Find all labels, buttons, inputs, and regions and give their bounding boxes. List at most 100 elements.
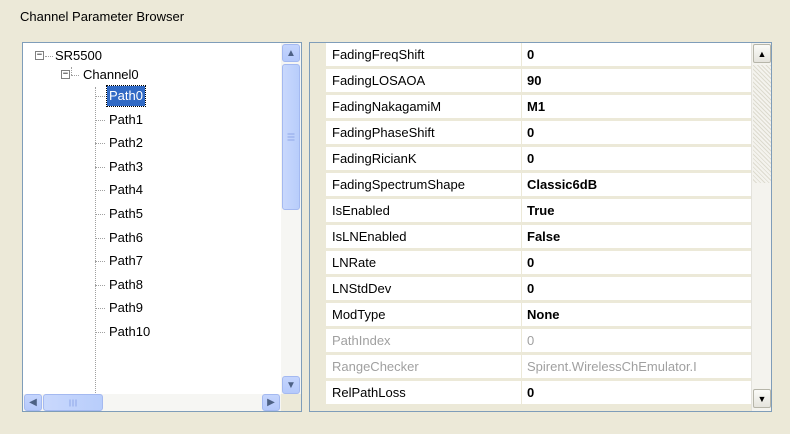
property-value[interactable]: Classic6dB	[522, 173, 752, 197]
property-name: FadingRicianK	[326, 147, 522, 171]
tree-node-path[interactable]: Path3	[23, 157, 263, 177]
tree-connector	[95, 214, 105, 215]
tree-connector	[71, 75, 79, 76]
property-name: FadingNakagamiM	[326, 95, 522, 119]
tree-vertical-scrollbar[interactable]: ▲ ▼	[281, 43, 301, 395]
property-name: LNRate	[326, 251, 522, 275]
property-row[interactable]: FadingLOSAOA 90	[326, 69, 752, 93]
property-row[interactable]: RelPathLoss 0	[326, 381, 752, 405]
property-value[interactable]: 0	[522, 251, 752, 275]
chevron-right-icon: ▶	[267, 397, 275, 408]
property-value: Spirent.WirelessChEmulator.I	[522, 355, 752, 379]
tree-node-label: Path2	[109, 135, 143, 151]
property-row[interactable]: FadingFreqShift 0	[326, 43, 752, 67]
tree-horizontal-scrollbar[interactable]: ◀ ▶	[23, 394, 282, 411]
tree-node-label: Path5	[109, 206, 143, 221]
property-row[interactable]: FadingRicianK 0	[326, 147, 752, 171]
property-value[interactable]: 0	[522, 121, 752, 145]
property-value[interactable]: 90	[522, 69, 752, 93]
collapse-icon[interactable]: −	[35, 51, 44, 60]
tree-content: − SR5500 − Channel0 Path0 Path1 Path2 Path3…	[23, 43, 282, 395]
grid-gutter	[310, 43, 326, 411]
property-row[interactable]: LNRate 0	[326, 251, 752, 275]
tree-connector	[95, 332, 105, 333]
tree-connector	[95, 308, 105, 310]
tree-node-label: Path4	[109, 182, 143, 198]
tree-node-path[interactable]: Path7	[23, 251, 263, 271]
property-name: FadingPhaseShift	[326, 121, 522, 145]
tree-node-path[interactable]: Path5	[23, 204, 263, 224]
tree-node-channel0[interactable]: − Channel0	[23, 65, 243, 85]
tree-node-path[interactable]: Path8	[23, 275, 263, 295]
tree-connector	[95, 190, 105, 192]
property-row[interactable]: ModType None	[326, 303, 752, 327]
tree-node-sr5500[interactable]: − SR5500	[23, 46, 223, 66]
property-value[interactable]: False	[522, 225, 752, 249]
scroll-thumb[interactable]	[282, 64, 300, 210]
window-title: Channel Parameter Browser	[20, 9, 185, 24]
chevron-left-icon: ◀	[29, 397, 37, 408]
property-value: 0	[522, 329, 752, 353]
tree-node-label: Path9	[109, 300, 143, 316]
collapse-icon[interactable]: −	[61, 70, 70, 79]
chevron-down-icon: ▼	[757, 393, 767, 404]
property-row[interactable]: FadingSpectrumShape Classic6dB	[326, 173, 752, 197]
tree-connector	[45, 56, 53, 57]
property-name: IsEnabled	[326, 199, 522, 223]
property-name: PathIndex	[326, 329, 522, 353]
property-value[interactable]: 0	[522, 277, 752, 301]
tree-connector	[95, 237, 105, 239]
chevron-up-icon: ▲	[286, 47, 296, 59]
tree-connector	[95, 96, 105, 97]
property-value[interactable]: True	[522, 199, 752, 223]
scroll-track[interactable]	[753, 65, 771, 183]
property-value[interactable]: 0	[522, 381, 752, 405]
tree-node-label: Path6	[109, 229, 143, 245]
property-name: ModType	[326, 303, 522, 327]
property-row[interactable]: IsLNEnabled False	[326, 225, 752, 249]
grid-vertical-scrollbar[interactable]: ▲ ▼	[751, 43, 771, 411]
scroll-down-button[interactable]: ▼	[753, 389, 771, 408]
property-row[interactable]: FadingPhaseShift 0	[326, 121, 752, 145]
chevron-down-icon: ▼	[286, 379, 296, 391]
property-name: IsLNEnabled	[326, 225, 522, 249]
property-row[interactable]: FadingNakagamiM M1	[326, 95, 752, 119]
scroll-up-button[interactable]: ▲	[753, 44, 771, 63]
tree-node-path[interactable]: Path6	[23, 228, 263, 248]
tree-node-label: Path8	[109, 276, 143, 292]
property-value[interactable]: None	[522, 303, 752, 327]
tree-node-path[interactable]: Path9	[23, 298, 263, 318]
scroll-left-button[interactable]: ◀	[24, 394, 42, 411]
property-row[interactable]: LNStdDev 0	[326, 277, 752, 301]
tree-node-label: Path7	[109, 253, 143, 269]
tree-node-path[interactable]: Path2	[23, 133, 263, 153]
property-name: LNStdDev	[326, 277, 522, 301]
tree-node-path[interactable]: Path0	[23, 85, 263, 107]
tree-connector	[95, 284, 105, 286]
property-name: RelPathLoss	[326, 381, 522, 405]
tree-node-label: Path10	[109, 324, 151, 339]
property-row[interactable]: IsEnabled True	[326, 199, 752, 223]
tree-node-label: Path1	[109, 111, 143, 127]
tree-connector	[95, 143, 105, 145]
scroll-right-button[interactable]: ▶	[262, 394, 280, 411]
property-grid[interactable]: FadingFreqShift 0 FadingLOSAOA 90 FadingNaka…	[309, 42, 772, 412]
property-value[interactable]: 0	[522, 147, 752, 171]
property-value[interactable]: 0	[522, 43, 752, 67]
grip-icon	[287, 132, 295, 143]
tree-connector	[95, 166, 105, 168]
scroll-up-button[interactable]: ▲	[282, 44, 300, 62]
tree-node-label: SR5500	[55, 48, 102, 63]
scroll-down-button[interactable]: ▼	[282, 376, 300, 394]
property-row[interactable]: PathIndex 0	[326, 329, 752, 353]
chevron-up-icon: ▲	[757, 48, 767, 59]
tree-node-path[interactable]: Path4	[23, 180, 263, 200]
channel-tree[interactable]: − SR5500 − Channel0 Path0 Path1 Path2 Path3…	[22, 42, 302, 412]
property-name: FadingSpectrumShape	[326, 173, 522, 197]
tree-connector	[95, 119, 105, 121]
property-row[interactable]: RangeChecker Spirent.WirelessChEmulator.I	[326, 355, 752, 379]
property-value[interactable]: M1	[522, 95, 752, 119]
tree-node-path[interactable]: Path1	[23, 110, 263, 130]
tree-node-path[interactable]: Path10	[23, 322, 263, 342]
scroll-thumb[interactable]	[43, 394, 103, 411]
